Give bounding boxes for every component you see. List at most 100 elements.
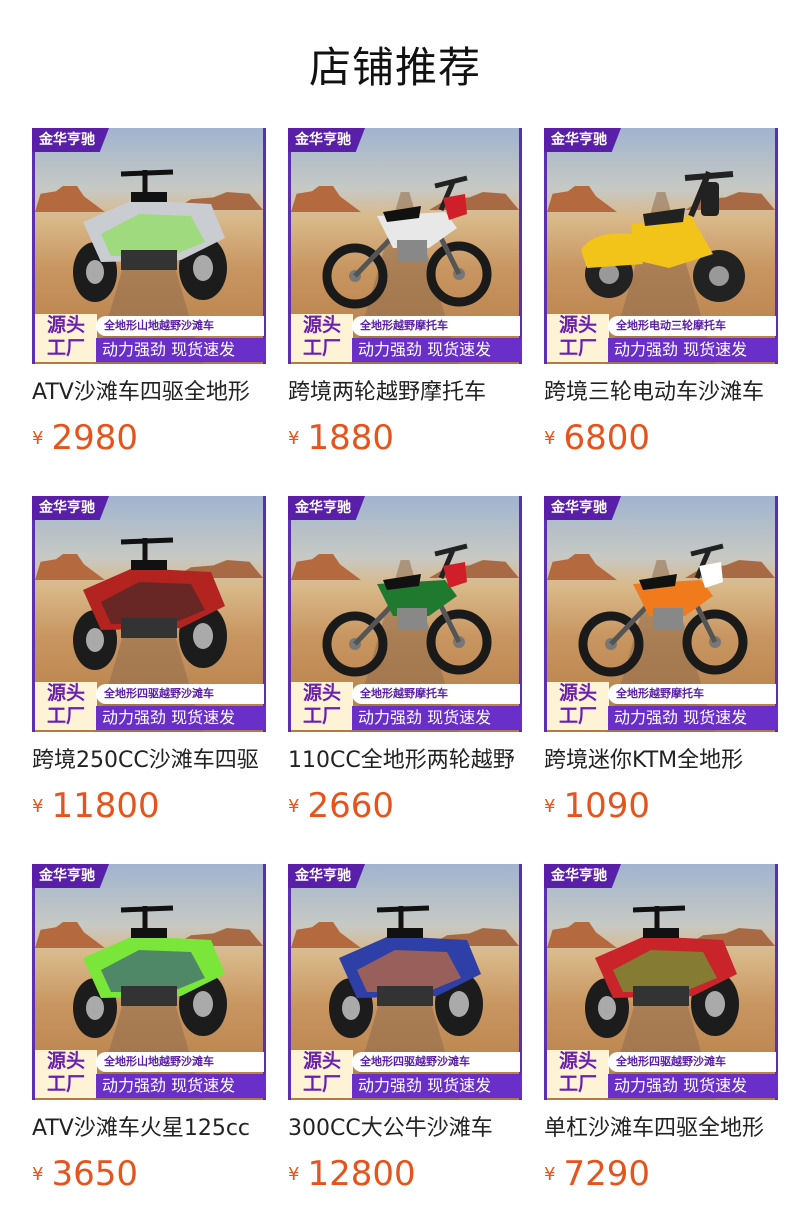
product-price: ¥3650 xyxy=(32,1154,266,1194)
slogan-tag: 动力强劲 现货速发 xyxy=(352,338,522,362)
price-amount: 11800 xyxy=(51,786,160,826)
product-card[interactable]: 金华亨驰 源头 工厂 全地形电动三轮摩托车 动力强劲 现货速发 跨境三轮电动车沙… xyxy=(544,128,778,458)
vehicle-image xyxy=(61,900,237,1050)
product-name[interactable]: 跨境迷你KTM全地形 xyxy=(544,746,778,776)
category-tag: 全地形四驱越野沙滩车 xyxy=(352,1052,520,1072)
currency-symbol: ¥ xyxy=(544,427,556,449)
badge-line-2: 工厂 xyxy=(302,337,341,359)
badge-line-1: 源头 xyxy=(558,682,597,704)
product-image[interactable]: 金华亨驰 源头 工厂 全地形四驱越野沙滩车 动力强劲 现货速发 xyxy=(544,864,778,1100)
price-amount: 2980 xyxy=(51,418,138,458)
category-tag: 全地形山地越野沙滩车 xyxy=(96,1052,264,1072)
product-card[interactable]: 金华亨驰 源头 工厂 全地形山地越野沙滩车 动力强劲 现货速发 ATV沙滩车四驱… xyxy=(32,128,266,458)
product-card[interactable]: 金华亨驰 源头 工厂 全地形山地越野沙滩车 动力强劲 现货速发 ATV沙滩车火星… xyxy=(32,864,266,1194)
badge-line-2: 工厂 xyxy=(46,1073,85,1095)
badge-line-2: 工厂 xyxy=(558,1073,597,1095)
currency-symbol: ¥ xyxy=(288,427,300,449)
source-factory-badge: 源头 工厂 xyxy=(547,1050,609,1098)
brand-label: 金华亨驰 xyxy=(288,864,365,888)
price-amount: 12800 xyxy=(307,1154,416,1194)
product-image[interactable]: 金华亨驰 源头 工厂 全地形越野摩托车 动力强劲 现货速发 xyxy=(544,496,778,732)
vehicle-image xyxy=(317,164,493,314)
product-name[interactable]: ATV沙滩车四驱全地形 xyxy=(32,378,266,408)
source-factory-badge: 源头 工厂 xyxy=(291,682,353,730)
brand-label: 金华亨驰 xyxy=(32,496,109,520)
currency-symbol: ¥ xyxy=(32,1163,44,1185)
badge-line-1: 源头 xyxy=(302,1050,341,1072)
badge-line-1: 源头 xyxy=(302,314,341,336)
vehicle-image xyxy=(573,164,749,314)
product-name[interactable]: 300CC大公牛沙滩车 xyxy=(288,1114,522,1144)
product-card[interactable]: 金华亨驰 源头 工厂 全地形越野摩托车 动力强劲 现货速发 跨境两轮越野摩托车 … xyxy=(288,128,522,458)
source-factory-badge: 源头 工厂 xyxy=(35,1050,97,1098)
category-tag: 全地形四驱越野沙滩车 xyxy=(96,684,264,704)
product-card[interactable]: 金华亨驰 源头 工厂 全地形四驱越野沙滩车 动力强劲 现货速发 跨境250CC沙… xyxy=(32,496,266,826)
category-tag: 全地形山地越野沙滩车 xyxy=(96,316,264,336)
currency-symbol: ¥ xyxy=(288,795,300,817)
product-name[interactable]: 跨境两轮越野摩托车 xyxy=(288,378,522,408)
product-image[interactable]: 金华亨驰 源头 工厂 全地形越野摩托车 动力强劲 现货速发 xyxy=(288,128,522,364)
vehicle-image xyxy=(317,532,493,682)
product-card[interactable]: 金华亨驰 源头 工厂 全地形四驱越野沙滩车 动力强劲 现货速发 单杠沙滩车四驱全… xyxy=(544,864,778,1194)
badge-line-2: 工厂 xyxy=(302,705,341,727)
slogan-tag: 动力强劲 现货速发 xyxy=(608,706,778,730)
badge-line-1: 源头 xyxy=(46,682,85,704)
slogan-tag: 动力强劲 现货速发 xyxy=(96,1074,266,1098)
brand-label: 金华亨驰 xyxy=(32,128,109,152)
product-price: ¥1880 xyxy=(288,418,522,458)
brand-label: 金华亨驰 xyxy=(288,496,365,520)
source-factory-badge: 源头 工厂 xyxy=(291,1050,353,1098)
badge-line-1: 源头 xyxy=(302,682,341,704)
badge-line-2: 工厂 xyxy=(302,1073,341,1095)
product-name[interactable]: 单杠沙滩车四驱全地形 xyxy=(544,1114,778,1144)
product-image[interactable]: 金华亨驰 源头 工厂 全地形山地越野沙滩车 动力强劲 现货速发 xyxy=(32,864,266,1100)
brand-label: 金华亨驰 xyxy=(288,128,365,152)
price-amount: 1090 xyxy=(563,786,650,826)
product-price: ¥11800 xyxy=(32,786,266,826)
badge-line-2: 工厂 xyxy=(558,337,597,359)
category-tag: 全地形越野摩托车 xyxy=(352,316,520,336)
product-name[interactable]: ATV沙滩车火星125cc xyxy=(32,1114,266,1144)
vehicle-image xyxy=(573,900,749,1050)
slogan-tag: 动力强劲 现货速发 xyxy=(608,1074,778,1098)
product-name[interactable]: 110CC全地形两轮越野 xyxy=(288,746,522,776)
slogan-tag: 动力强劲 现货速发 xyxy=(608,338,778,362)
source-factory-badge: 源头 工厂 xyxy=(291,314,353,362)
slogan-tag: 动力强劲 现货速发 xyxy=(96,706,266,730)
category-tag: 全地形电动三轮摩托车 xyxy=(608,316,776,336)
currency-symbol: ¥ xyxy=(544,1163,556,1185)
product-card[interactable]: 金华亨驰 源头 工厂 全地形越野摩托车 动力强劲 现货速发 110CC全地形两轮… xyxy=(288,496,522,826)
badge-line-1: 源头 xyxy=(46,314,85,336)
category-tag: 全地形四驱越野沙滩车 xyxy=(608,1052,776,1072)
badge-line-2: 工厂 xyxy=(558,705,597,727)
currency-symbol: ¥ xyxy=(32,795,44,817)
source-factory-badge: 源头 工厂 xyxy=(547,682,609,730)
badge-line-2: 工厂 xyxy=(46,337,85,359)
product-image[interactable]: 金华亨驰 源头 工厂 全地形山地越野沙滩车 动力强劲 现货速发 xyxy=(32,128,266,364)
product-price: ¥2660 xyxy=(288,786,522,826)
price-amount: 3650 xyxy=(51,1154,138,1194)
brand-label: 金华亨驰 xyxy=(32,864,109,888)
price-amount: 1880 xyxy=(307,418,394,458)
product-name[interactable]: 跨境三轮电动车沙滩车 xyxy=(544,378,778,408)
price-amount: 2660 xyxy=(307,786,394,826)
category-tag: 全地形越野摩托车 xyxy=(608,684,776,704)
product-image[interactable]: 金华亨驰 源头 工厂 全地形电动三轮摩托车 动力强劲 现货速发 xyxy=(544,128,778,364)
product-image[interactable]: 金华亨驰 源头 工厂 全地形四驱越野沙滩车 动力强劲 现货速发 xyxy=(288,864,522,1100)
product-card[interactable]: 金华亨驰 源头 工厂 全地形四驱越野沙滩车 动力强劲 现货速发 300CC大公牛… xyxy=(288,864,522,1194)
page-title: 店铺推荐 xyxy=(308,43,481,92)
slogan-tag: 动力强劲 现货速发 xyxy=(352,706,522,730)
product-image[interactable]: 金华亨驰 源头 工厂 全地形越野摩托车 动力强劲 现货速发 xyxy=(288,496,522,732)
source-factory-badge: 源头 工厂 xyxy=(35,682,97,730)
badge-line-1: 源头 xyxy=(558,1050,597,1072)
product-name[interactable]: 跨境250CC沙滩车四驱 xyxy=(32,746,266,776)
source-factory-badge: 源头 工厂 xyxy=(35,314,97,362)
brand-label: 金华亨驰 xyxy=(544,864,621,888)
product-price: ¥1090 xyxy=(544,786,778,826)
badge-line-1: 源头 xyxy=(46,1050,85,1072)
product-card[interactable]: 金华亨驰 源头 工厂 全地形越野摩托车 动力强劲 现货速发 跨境迷你KTM全地形… xyxy=(544,496,778,826)
product-image[interactable]: 金华亨驰 源头 工厂 全地形四驱越野沙滩车 动力强劲 现货速发 xyxy=(32,496,266,732)
source-factory-badge: 源头 工厂 xyxy=(547,314,609,362)
price-amount: 6800 xyxy=(563,418,650,458)
product-price: ¥12800 xyxy=(288,1154,522,1194)
